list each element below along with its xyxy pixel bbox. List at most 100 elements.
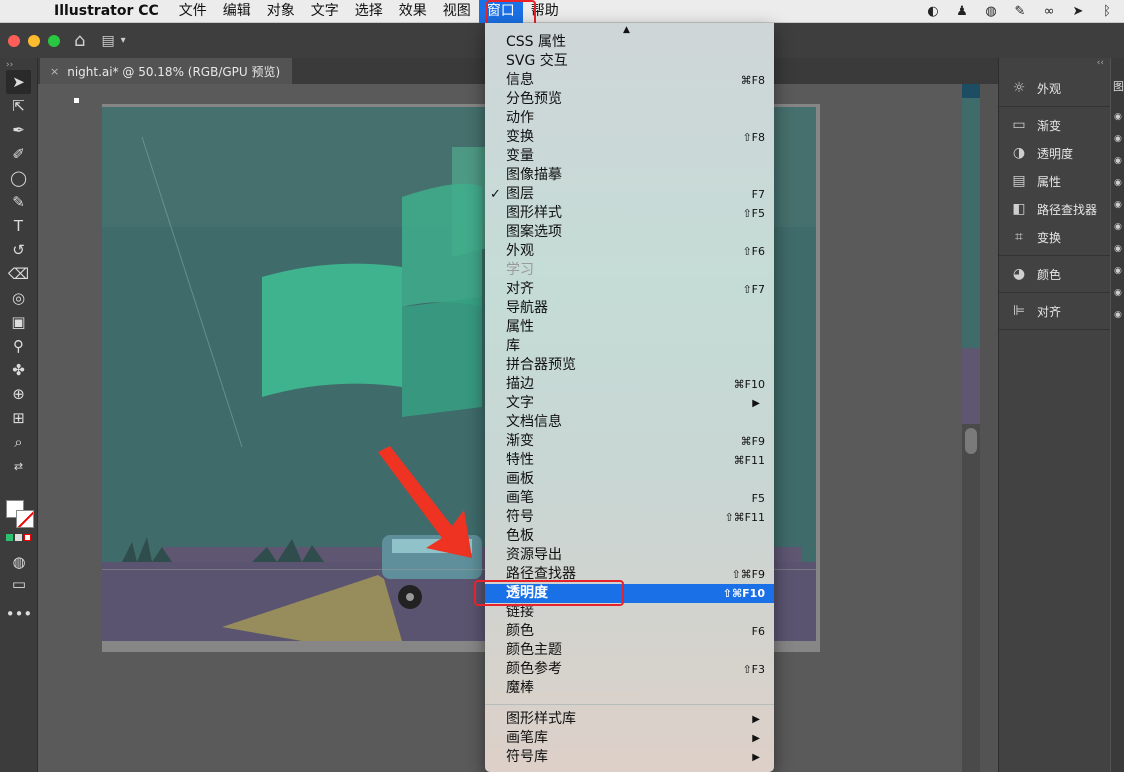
moon-app-icon[interactable]: ◐ xyxy=(924,4,942,19)
eye-icon[interactable]: ◉ xyxy=(1114,112,1122,122)
menu-item[interactable]: 符号 ⇧⌘F11 xyxy=(485,508,774,527)
direct-selection-tool-icon[interactable]: ⇱ xyxy=(0,94,37,118)
artboard-corner-handle[interactable] xyxy=(74,98,79,103)
rotate-tool-icon[interactable]: ↺ xyxy=(0,238,37,262)
panel-appearance[interactable]: ☼ 外观 xyxy=(999,74,1110,102)
qq-icon[interactable]: ♟ xyxy=(953,4,971,19)
menu-item[interactable]: 变换 ⇧F8 xyxy=(485,128,774,147)
layers-panel-tab[interactable]: 图 xyxy=(1113,78,1124,94)
menu-item[interactable]: 图像描摹 xyxy=(485,166,774,185)
menu-item[interactable]: 变量 xyxy=(485,147,774,166)
menu-item[interactable]: 拼合器预览 xyxy=(485,356,774,375)
ellipse-tool-icon[interactable]: ◯ xyxy=(0,166,37,190)
draw-mode-icon[interactable]: ◍ xyxy=(0,550,38,574)
color-mode-button[interactable] xyxy=(6,534,13,541)
menu-item[interactable]: 符号库 ▶ xyxy=(485,748,774,767)
bluetooth-icon[interactable]: ᛒ xyxy=(1098,4,1116,19)
menu-item[interactable]: 外观 ⇧F6 xyxy=(485,242,774,261)
eye-icon[interactable]: ◉ xyxy=(1114,178,1122,188)
menu-item[interactable]: 文字 ▶ xyxy=(485,394,774,413)
send-icon[interactable]: ➤ xyxy=(1069,4,1087,19)
warp-tool-icon[interactable]: ◎ xyxy=(0,286,37,310)
workspace-layout-icon[interactable]: ▤ xyxy=(101,33,114,49)
more-tools-icon[interactable]: ••• xyxy=(0,602,38,626)
zoom-tool-icon[interactable]: ⌕ xyxy=(0,430,37,454)
shape-builder-tool-icon[interactable]: ⊕ xyxy=(0,382,37,406)
panel-align[interactable]: ⊫ 对齐 xyxy=(999,297,1110,325)
scrollbar-thumb[interactable] xyxy=(965,428,977,454)
menu-item[interactable]: 图形样式库 ▶ xyxy=(485,710,774,729)
gradient-tool-icon[interactable]: ▣ xyxy=(0,310,37,334)
collapse-icon[interactable]: ›› xyxy=(0,58,37,70)
menu-item[interactable]: 库 xyxy=(485,337,774,356)
menu-item[interactable]: 画笔库 ▶ xyxy=(485,729,774,748)
none-mode-button[interactable] xyxy=(24,534,31,541)
eye-icon[interactable]: ◉ xyxy=(1114,222,1122,232)
menu-edit[interactable]: 编辑 xyxy=(215,0,259,23)
menu-item[interactable]: 属性 xyxy=(485,318,774,337)
dock-collapse-icon[interactable]: ‹‹ xyxy=(999,58,1110,70)
zoom-window-button[interactable] xyxy=(48,34,60,47)
menu-item[interactable]: 资源导出 xyxy=(485,546,774,565)
eye-icon[interactable]: ◉ xyxy=(1114,200,1122,210)
menu-view[interactable]: 视图 xyxy=(435,0,479,23)
menu-item[interactable]: 信息 ⌘F8 xyxy=(485,71,774,90)
eye-icon[interactable]: ◉ xyxy=(1114,134,1122,144)
menu-item[interactable]: 魔棒 xyxy=(485,679,774,698)
selection-tool-icon[interactable]: ➤ xyxy=(6,70,31,94)
menu-item[interactable]: 颜色参考 ⇧F3 xyxy=(485,660,774,679)
wechat-icon[interactable]: ◍ xyxy=(982,4,1000,19)
brush-tool-icon[interactable]: ✎ xyxy=(0,190,37,214)
menu-item[interactable]: CSS 属性 xyxy=(485,33,774,52)
menu-item[interactable]: 渐变 ⌘F9 xyxy=(485,432,774,451)
panel-color[interactable]: ◕ 颜色 xyxy=(999,260,1110,288)
curvature-tool-icon[interactable]: ✐ xyxy=(0,142,37,166)
swap-colors-icon[interactable]: ⇄ xyxy=(0,454,37,478)
menu-item[interactable]: 画笔 F5 xyxy=(485,489,774,508)
artboard-tool-icon[interactable]: ⊞ xyxy=(0,406,37,430)
menu-item[interactable]: 图案选项 xyxy=(485,223,774,242)
close-window-button[interactable] xyxy=(8,34,20,47)
app-name-menu[interactable]: Illustrator CC xyxy=(48,0,171,23)
panel-gradient[interactable]: ▭ 渐变 xyxy=(999,111,1110,139)
menu-item[interactable]: 颜色主题 xyxy=(485,641,774,660)
menu-item[interactable]: 特性 ⌘F11 xyxy=(485,451,774,470)
home-icon[interactable]: ⌂ xyxy=(74,30,85,51)
menu-item[interactable]: SVG 交互 xyxy=(485,52,774,71)
eye-icon[interactable]: ◉ xyxy=(1114,244,1122,254)
panel-pathfinder[interactable]: ◧ 路径查找器 xyxy=(999,195,1110,223)
type-tool-icon[interactable]: T xyxy=(0,214,37,238)
menu-object[interactable]: 对象 xyxy=(259,0,303,23)
eraser-tool-icon[interactable]: ⌫ xyxy=(0,262,37,286)
eye-icon[interactable]: ◉ xyxy=(1114,310,1122,320)
menu-item[interactable]: 对齐 ⇧F7 xyxy=(485,280,774,299)
eye-icon[interactable]: ◉ xyxy=(1114,266,1122,276)
menu-effect[interactable]: 效果 xyxy=(391,0,435,23)
menu-item[interactable]: 分色预览 xyxy=(485,90,774,109)
eye-icon[interactable]: ◉ xyxy=(1114,288,1122,298)
menu-item[interactable]: ✓ 图层 F7 xyxy=(485,185,774,204)
gradient-mode-button[interactable] xyxy=(15,534,22,541)
menu-select[interactable]: 选择 xyxy=(347,0,391,23)
menu-item[interactable]: 图形样式 ⇧F5 xyxy=(485,204,774,223)
panel-transform[interactable]: ⌗ 变换 xyxy=(999,223,1110,251)
feather-icon[interactable]: ✎ xyxy=(1011,4,1029,19)
symbol-sprayer-tool-icon[interactable]: ✤ xyxy=(0,358,37,382)
chevron-down-icon[interactable]: ▾ xyxy=(121,35,126,46)
close-tab-icon[interactable]: × xyxy=(50,65,59,78)
document-tab[interactable]: × night.ai* @ 50.18% (RGB/GPU 预览) xyxy=(40,58,293,84)
panel-transparency[interactable]: ◑ 透明度 xyxy=(999,139,1110,167)
pen-tool-icon[interactable]: ✒ xyxy=(0,118,37,142)
menu-item[interactable]: 文档信息 xyxy=(485,413,774,432)
menu-item[interactable]: 动作 xyxy=(485,109,774,128)
menu-item[interactable]: 导航器 xyxy=(485,299,774,318)
menu-item[interactable]: 色板 xyxy=(485,527,774,546)
eye-icon[interactable]: ◉ xyxy=(1114,156,1122,166)
minimize-window-button[interactable] xyxy=(28,34,40,47)
stroke-swatch[interactable] xyxy=(16,510,34,528)
menu-item[interactable]: 颜色 F6 xyxy=(485,622,774,641)
menu-item[interactable]: 描边 ⌘F10 xyxy=(485,375,774,394)
panel-attributes[interactable]: ▤ 属性 xyxy=(999,167,1110,195)
eyedropper-tool-icon[interactable]: ⚲ xyxy=(0,334,37,358)
screen-mode-icon[interactable]: ▭ xyxy=(0,572,38,596)
